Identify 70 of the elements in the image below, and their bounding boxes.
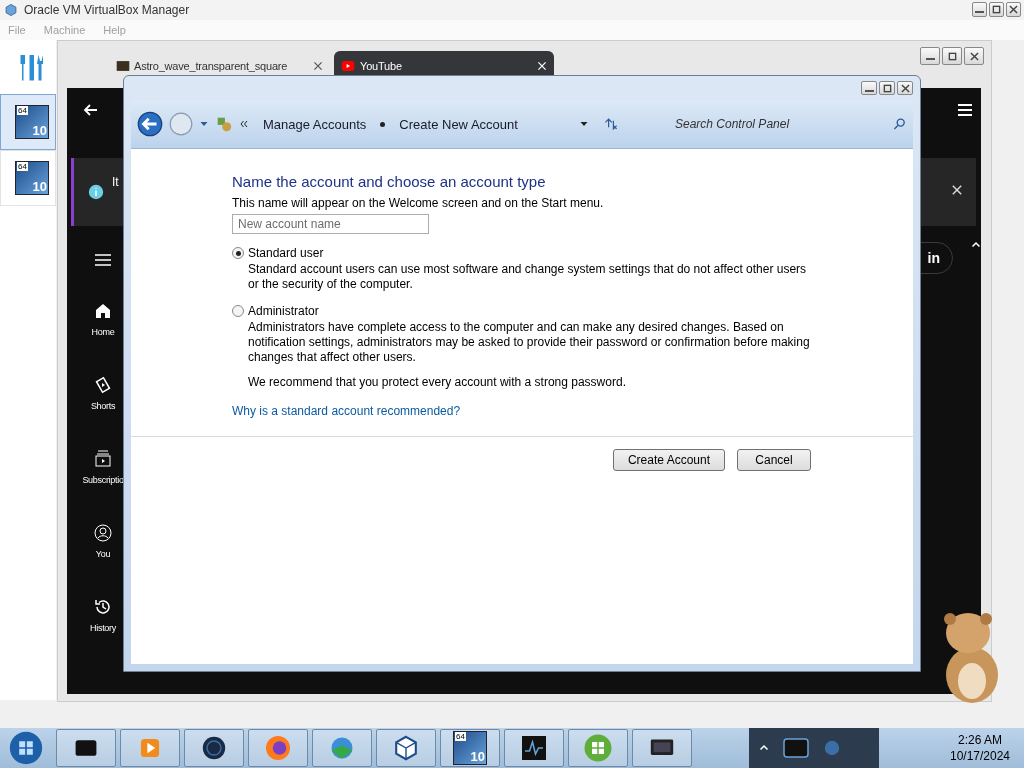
close-button[interactable] [964,47,984,65]
maximize-icon [947,51,957,61]
close-button[interactable] [897,81,913,95]
virtual-machine-icon[interactable]: 64 10 [453,731,487,765]
minimize-button[interactable] [861,81,877,95]
info-icon [88,184,104,200]
vm-list-item[interactable]: 64 10 [0,94,56,150]
radio-label[interactable]: Standard user [248,246,324,260]
window-title: Oracle VM VirtualBox Manager [24,3,190,17]
maximize-button[interactable] [989,2,1004,17]
home-icon [93,301,113,321]
globe-icon[interactable] [200,734,228,762]
account-icon [93,523,113,543]
nav-item[interactable]: You [67,504,139,578]
vm-list-item[interactable]: 64 10 [0,150,56,206]
chevron-up-icon[interactable] [759,743,769,753]
taskbar-button[interactable] [504,729,564,767]
help-link[interactable]: Why is a standard account recommended? [232,404,461,418]
create-account-button[interactable]: Create Account [612,449,725,471]
close-button[interactable] [1006,2,1021,17]
description-text: Standard account users can use most software and change system settings that do not affect other users or the security of the computer. [248,262,808,292]
nav-item[interactable]: Shorts [67,356,139,430]
close-icon [900,83,910,93]
close-icon [1009,5,1018,14]
thumbnail-icon [116,59,130,73]
radio-button[interactable] [232,247,244,259]
account-name-field[interactable]: New account name [232,214,429,234]
taskbar-button[interactable] [184,729,244,767]
maximize-button[interactable] [942,47,962,65]
taskbar-button[interactable] [376,729,436,767]
start-button-icon[interactable] [9,731,43,765]
close-icon [536,60,548,72]
subscriptions-icon [93,449,113,469]
clock[interactable]: 2:26 AM 10/17/2024 [936,733,1024,763]
youtube-logo-icon [340,59,356,73]
minimize-icon [975,11,984,13]
windows-logo-icon[interactable] [583,733,613,763]
close-icon [969,51,979,61]
recommendation-text: We recommend that you protect every account with a strong password. [248,375,627,390]
radio-button[interactable] [232,305,244,317]
minimize-icon [925,57,935,60]
chevron-up-icon[interactable] [971,240,981,250]
maximize-button[interactable] [879,81,895,95]
notice-text: It [112,175,119,189]
intro-text: This name will appear on the Welcome screen and on the Start menu. [232,196,605,211]
nav-item[interactable]: History [67,578,139,652]
clock-date: 10/17/2024 [949,749,1011,763]
maximize-icon [992,5,1001,14]
taskbar-button[interactable]: 64 10 [440,729,500,767]
clock-time: 2:26 AM [958,733,1002,747]
shorts-icon [93,375,113,395]
close-icon [312,60,324,72]
radio-label[interactable]: Administrator [248,304,319,318]
taskbar-button[interactable] [56,729,116,767]
minimize-button[interactable] [972,2,987,17]
firefox-icon[interactable] [263,733,293,763]
taskbar-button[interactable] [632,729,692,767]
minimize-button[interactable] [920,47,940,65]
nav-item[interactable]: Subscriptio [67,430,139,504]
monitor-icon[interactable] [519,733,549,763]
virtual-machine-icon: 64 10 [15,105,49,139]
cancel-button[interactable]: Cancel [737,449,811,471]
maximize-icon [882,83,892,93]
close-icon[interactable] [950,183,964,197]
virtual-machine-icon: 64 10 [15,161,49,195]
minimize-icon [864,89,874,92]
description-text: Administrators have complete access to the computer and can make any desired changes. Based on notification settings, administrators may be asked to provide their password or confirmation before making changes that affect other users. [248,320,811,365]
history-icon [93,597,113,617]
page-heading: Name the account and choose an account type [232,173,547,190]
nav-item[interactable]: Home [67,282,139,356]
